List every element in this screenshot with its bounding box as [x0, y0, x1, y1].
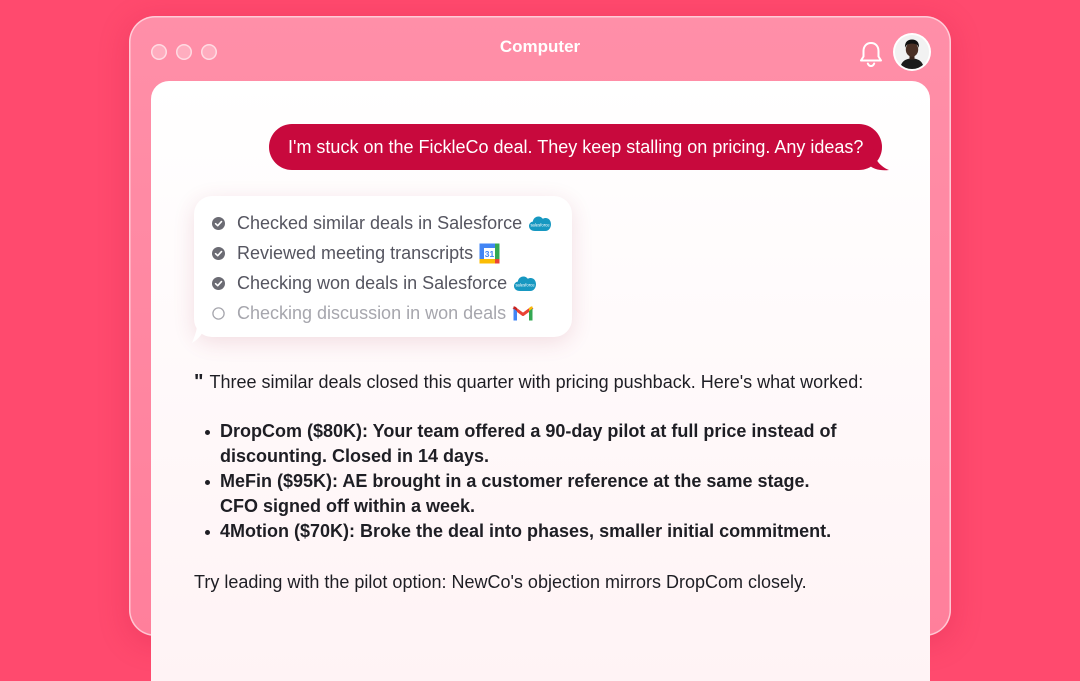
bubble-tail	[869, 149, 889, 171]
list-item-line: DropCom ($80K): Your team offered a 90-d…	[220, 421, 837, 441]
google-calendar-icon: 31	[479, 243, 500, 263]
check-circle-icon	[212, 246, 225, 260]
assistant-response: " Three similar deals closed this quarte…	[194, 369, 894, 595]
salesforce-icon: salesforce	[529, 216, 552, 231]
avatar[interactable]	[895, 35, 929, 69]
step-label: Checking won deals in Salesforce	[237, 272, 508, 293]
step-item: Checking discussion in won deals	[212, 298, 572, 328]
svg-text:salesforce: salesforce	[516, 282, 536, 287]
list-item-line: CFO signed off within a week.	[220, 496, 476, 516]
window-title: Computer	[499, 37, 581, 56]
pending-circle-icon	[212, 306, 225, 320]
response-intro: " Three similar deals closed this quarte…	[194, 369, 894, 395]
list-item-line: 4Motion ($70K): Broke the deal into phas…	[220, 521, 832, 541]
response-closing: Try leading with the pilot option: NewCo…	[194, 572, 807, 592]
list-item: 4Motion ($70K): Broke the deal into phas…	[194, 519, 894, 544]
response-bullet-list: DropCom ($80K): Your team offered a 90-d…	[194, 419, 894, 544]
progress-steps-card: Checked similar deals in Salesforce sale…	[194, 196, 572, 337]
list-item-line: discounting. Closed in 14 days.	[220, 446, 490, 466]
response-intro-text: Three similar deals closed this quarter …	[209, 372, 864, 392]
list-item: DropCom ($80K): Your team offered a 90-d…	[194, 419, 894, 469]
salesforce-icon: salesforce	[514, 276, 537, 291]
step-item: Checking won deals in Salesforce salesfo…	[212, 268, 572, 298]
check-circle-icon	[212, 216, 225, 230]
step-label: Checking discussion in won deals	[237, 302, 507, 323]
step-item: Checked similar deals in Salesforce sale…	[212, 208, 572, 238]
app-window: Computer I'm stuck on the FickleCo deal.…	[129, 16, 951, 681]
svg-text:salesforce: salesforce	[531, 222, 551, 227]
check-circle-icon	[212, 276, 225, 290]
user-photo-icon	[895, 35, 929, 69]
chat-panel: I'm stuck on the FickleCo deal. They kee…	[151, 81, 930, 681]
list-item-line: MeFin ($95K): AE brought in a customer r…	[220, 471, 810, 491]
gmail-icon	[512, 305, 534, 320]
step-label: Checked similar deals in Salesforce	[237, 212, 523, 233]
user-message-bubble: I'm stuck on the FickleCo deal. They kee…	[269, 124, 883, 170]
bell-icon[interactable]	[858, 40, 884, 68]
svg-text:31: 31	[485, 248, 495, 258]
step-label: Reviewed meeting transcripts	[237, 242, 474, 263]
list-item: MeFin ($95K): AE brought in a customer r…	[194, 469, 894, 519]
card-tail	[192, 327, 205, 343]
quote-mark: "	[194, 371, 204, 393]
step-item: Reviewed meeting transcripts 31	[212, 238, 572, 268]
